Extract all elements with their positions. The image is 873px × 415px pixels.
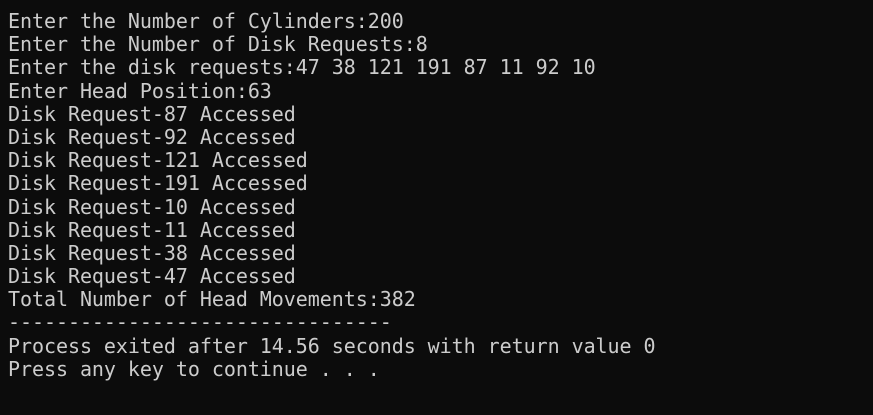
prompt-disk-requests: Enter the disk requests:47 38 121 191 87… [8,55,596,80]
process-exit-message: Process exited after 14.56 seconds with … [8,333,656,358]
console-output[interactable]: Enter the Number of Cylinders:200 Enter t… [0,0,873,381]
output-line: Disk Request-47 Accessed [8,264,296,289]
separator-line: -------------------------------- [8,310,392,335]
output-line: Disk Request-38 Accessed [8,240,296,265]
output-line: Disk Request-10 Accessed [8,194,296,219]
output-line: Disk Request-87 Accessed [8,101,296,126]
output-line: Disk Request-191 Accessed [8,171,308,196]
output-line: Disk Request-92 Accessed [8,124,296,149]
prompt-disk-requests-count: Enter the Number of Disk Requests:8 [8,32,428,57]
output-line: Disk Request-121 Accessed [8,148,308,173]
output-line: Disk Request-11 Accessed [8,217,296,242]
total-head-movements: Total Number of Head Movements:382 [8,287,416,312]
prompt-head-position: Enter Head Position:63 [8,78,272,103]
prompt-cylinders: Enter the Number of Cylinders:200 [8,9,404,33]
press-any-key-message: Press any key to continue . . . [8,356,380,381]
